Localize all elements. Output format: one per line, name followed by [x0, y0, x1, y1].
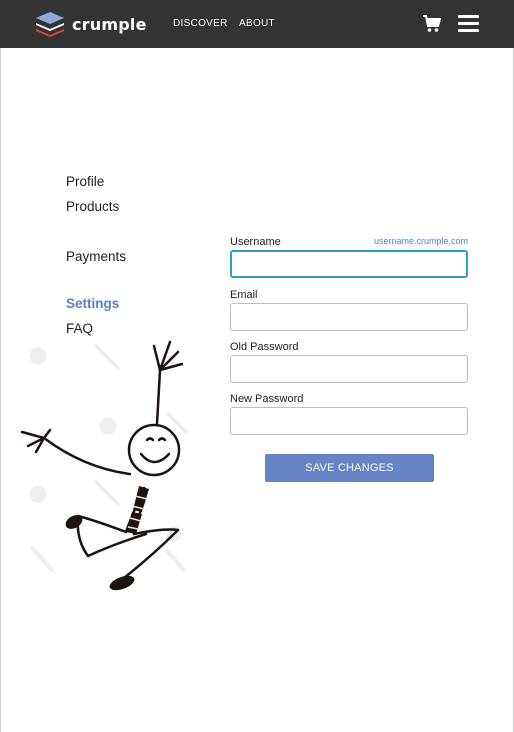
- username-input[interactable]: [230, 250, 468, 278]
- sidebar-item-payments[interactable]: Payments: [66, 249, 126, 264]
- username-hint: username.crumple.com: [373, 236, 468, 246]
- logo[interactable]: crumple: [34, 10, 147, 38]
- email-input[interactable]: [230, 303, 468, 331]
- nav-about-link[interactable]: ABOUT: [239, 18, 275, 29]
- top-navbar: crumple DISCOVER ABOUT: [0, 0, 514, 48]
- layers-logo-icon: [36, 12, 64, 37]
- old-password-label: Old Password: [230, 341, 299, 353]
- cart-icon[interactable]: [422, 14, 442, 34]
- old-password-input[interactable]: [230, 355, 468, 383]
- save-changes-button[interactable]: SAVE CHANGES: [265, 454, 434, 482]
- sidebar-item-settings[interactable]: Settings: [66, 296, 119, 311]
- nav-discover-link[interactable]: DISCOVER: [173, 18, 228, 29]
- logo-text: crumple: [72, 14, 147, 34]
- new-password-label: New Password: [230, 393, 304, 405]
- username-label: Username: [230, 236, 281, 248]
- sidebar-item-products[interactable]: Products: [66, 199, 119, 214]
- sidebar-item-profile[interactable]: Profile: [66, 174, 104, 189]
- new-password-input[interactable]: [230, 407, 468, 435]
- email-label: Email: [230, 289, 258, 301]
- jumping-stick-figure-illustration: [20, 340, 188, 591]
- hamburger-menu-icon[interactable]: [458, 14, 479, 33]
